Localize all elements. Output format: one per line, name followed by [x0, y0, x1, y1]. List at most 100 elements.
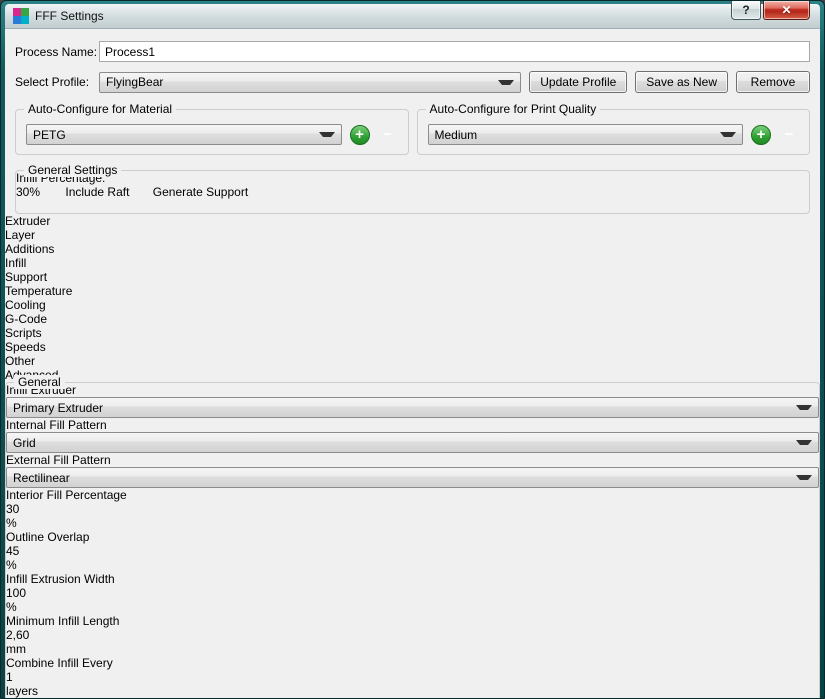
- internal-fill-pattern-select[interactable]: Grid: [6, 432, 819, 453]
- unit-label: %: [6, 516, 17, 530]
- internal-fill-pattern-row: Internal Fill Pattern Grid: [6, 418, 819, 453]
- infill-general-title: General: [14, 375, 65, 389]
- minimum-infill-length-spinner[interactable]: 2,60: [6, 628, 819, 642]
- close-icon: ✕: [781, 3, 791, 17]
- quality-value: Medium: [435, 128, 486, 142]
- infill-extruder-select[interactable]: Primary Extruder: [6, 397, 819, 418]
- add-material-button[interactable]: +: [350, 125, 370, 145]
- unit-label: %: [6, 600, 17, 614]
- unit-label: layers: [6, 684, 38, 698]
- remove-profile-button[interactable]: Remove: [736, 71, 810, 93]
- profile-value: FlyingBear: [106, 75, 171, 89]
- infill-extruder-value: Primary Extruder: [13, 401, 111, 415]
- select-profile-row: Select Profile: FlyingBear Update Profil…: [15, 71, 810, 93]
- tab-layer[interactable]: Layer: [5, 228, 820, 242]
- spinner-value[interactable]: 30: [6, 502, 19, 516]
- outline-overlap-spinner[interactable]: 45: [6, 544, 819, 558]
- infill-percentage-value: 30%: [16, 185, 40, 199]
- internal-fill-pattern-value: Grid: [13, 436, 44, 450]
- general-settings-title: General Settings: [24, 163, 121, 177]
- tab-temperature[interactable]: Temperature: [5, 284, 820, 298]
- tab-advanced[interactable]: Advanced: [5, 368, 820, 382]
- window-title: FFF Settings: [35, 9, 104, 23]
- minimum-infill-length-label: Minimum Infill Length: [6, 614, 119, 628]
- minus-icon: −: [383, 127, 392, 142]
- external-fill-pattern-select[interactable]: Rectilinear: [6, 467, 819, 488]
- spinner-value[interactable]: 100: [6, 586, 26, 600]
- combine-infill-every-spinner[interactable]: 1: [6, 670, 819, 684]
- chevron-down-icon: [796, 405, 812, 410]
- general-settings-row: General Settings Infill Percentage: 30% …: [15, 170, 810, 214]
- update-profile-button[interactable]: Update Profile: [529, 71, 627, 93]
- spinner-value[interactable]: 2,60: [6, 628, 29, 642]
- combine-infill-every-label: Combine Infill Every: [6, 656, 113, 670]
- process-name-value: Process1: [105, 45, 155, 59]
- unit-label: mm: [6, 642, 26, 656]
- material-group-title: Auto-Configure for Material: [24, 102, 176, 116]
- chevron-down-icon: [796, 475, 812, 480]
- generate-support-label: Generate Support: [153, 185, 248, 199]
- include-raft-label: Include Raft: [65, 185, 129, 199]
- material-select[interactable]: PETG: [26, 124, 342, 145]
- tab-extruder[interactable]: Extruder: [5, 214, 820, 228]
- profile-select[interactable]: FlyingBear: [99, 72, 521, 93]
- outline-overlap-row: Outline Overlap 45 %: [6, 530, 819, 572]
- tab-scripts[interactable]: Scripts: [5, 326, 820, 340]
- tab-support[interactable]: Support: [5, 270, 820, 284]
- auto-configure-row: Auto-Configure for Material PETG + − Aut…: [15, 109, 810, 155]
- titlebar[interactable]: FFF Settings: [5, 4, 820, 29]
- auto-configure-material-group: Auto-Configure for Material PETG + −: [15, 109, 409, 155]
- process-name-input[interactable]: Process1: [99, 41, 810, 62]
- chevron-down-icon: [319, 132, 335, 137]
- process-name-row: Process Name: Process1: [15, 41, 810, 62]
- interior-fill-percentage-row: Interior Fill Percentage 30 %: [6, 488, 819, 530]
- internal-fill-pattern-label: Internal Fill Pattern: [6, 418, 107, 432]
- infill-extrusion-width-row: Infill Extrusion Width 100 %: [6, 572, 819, 614]
- interior-fill-percentage-spinner[interactable]: 30: [6, 502, 819, 516]
- general-settings-group: General Settings Infill Percentage: 30% …: [15, 170, 810, 214]
- infill-extrusion-width-label: Infill Extrusion Width: [6, 572, 115, 586]
- outline-overlap-label: Outline Overlap: [6, 530, 89, 544]
- tab-infill[interactable]: Infill: [5, 256, 820, 270]
- fff-settings-window: FFF Settings ? ✕ Process Name: Process1 …: [0, 0, 825, 699]
- tab-speeds[interactable]: Speeds: [5, 340, 820, 354]
- remove-material-button[interactable]: −: [378, 125, 398, 145]
- plus-icon: +: [355, 127, 364, 142]
- tab-other[interactable]: Other: [5, 354, 820, 368]
- infill-extruder-row: Infill Extruder Primary Extruder: [6, 383, 819, 418]
- minus-icon: −: [785, 127, 794, 142]
- material-value: PETG: [33, 128, 74, 142]
- process-name-label: Process Name:: [15, 45, 99, 59]
- chevron-down-icon: [720, 132, 736, 137]
- auto-configure-quality-group: Auto-Configure for Print Quality Medium …: [417, 109, 811, 155]
- interior-fill-percentage-label: Interior Fill Percentage: [6, 488, 127, 502]
- chevron-down-icon: [796, 440, 812, 445]
- spinner-value[interactable]: 45: [6, 544, 19, 558]
- caption-buttons: ? ✕: [731, 1, 810, 20]
- plus-icon: +: [757, 127, 766, 142]
- external-fill-pattern-row: External Fill Pattern Rectilinear: [6, 453, 819, 488]
- spinner-value[interactable]: 1: [6, 670, 13, 684]
- help-button[interactable]: ?: [731, 1, 761, 20]
- include-raft-checkbox[interactable]: Include Raft: [65, 185, 132, 199]
- select-profile-label: Select Profile:: [15, 75, 99, 89]
- remove-quality-button[interactable]: −: [779, 125, 799, 145]
- dialog-body: Process Name: Process1 Select Profile: F…: [5, 29, 820, 694]
- external-fill-pattern-value: Rectilinear: [13, 471, 78, 485]
- app-icon: [13, 8, 29, 24]
- settings-tabbar: Extruder Layer Additions Infill Support …: [5, 214, 820, 382]
- save-as-new-button[interactable]: Save as New: [635, 71, 728, 93]
- tab-cooling[interactable]: Cooling: [5, 298, 820, 312]
- infill-extrusion-width-spinner[interactable]: 100: [6, 586, 819, 600]
- tab-gcode[interactable]: G-Code: [5, 312, 820, 326]
- help-icon: ?: [742, 3, 749, 17]
- generate-support-checkbox[interactable]: Generate Support: [153, 185, 248, 199]
- infill-tab-panel: General Infill Extruder Primary Extruder…: [5, 382, 820, 699]
- add-quality-button[interactable]: +: [751, 125, 771, 145]
- unit-label: %: [6, 558, 17, 572]
- close-button[interactable]: ✕: [763, 1, 810, 20]
- tab-additions[interactable]: Additions: [5, 242, 820, 256]
- combine-infill-every-row: Combine Infill Every 1 layers: [6, 656, 819, 698]
- quality-select[interactable]: Medium: [428, 124, 744, 145]
- chevron-down-icon: [498, 80, 514, 85]
